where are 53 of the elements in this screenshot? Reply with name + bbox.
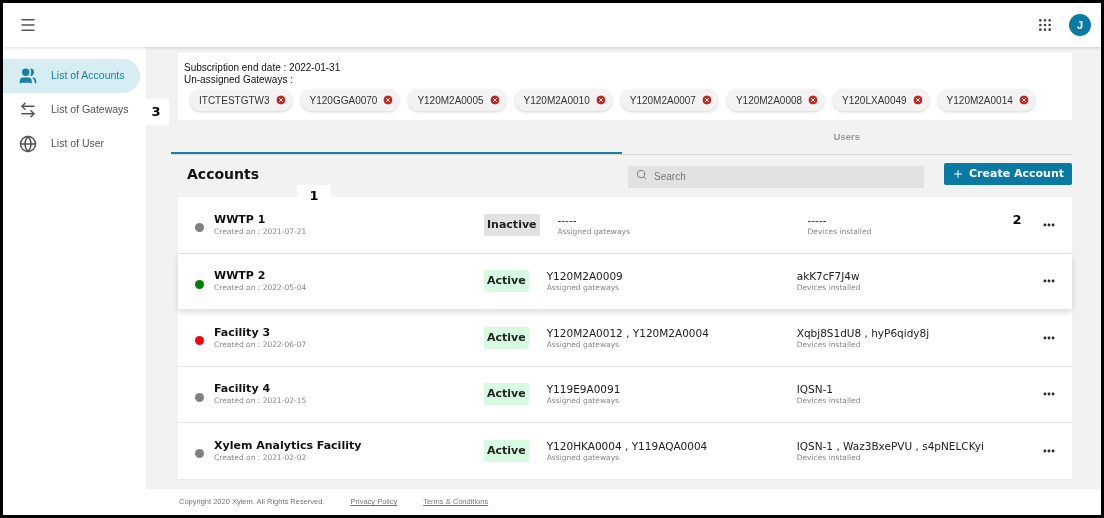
sidebar-item[interactable]: List of Accounts [3,59,140,93]
remove-icon[interactable] [807,94,820,106]
search-field[interactable]: Search [628,165,925,188]
account-name: WWTP 1 [214,212,267,227]
remove-icon[interactable] [700,94,713,106]
search-icon [636,168,648,180]
status-badge: Active [484,439,529,462]
status-badge: Active [484,383,529,406]
account-name: Facility 3 [214,325,272,340]
gateway-chip: Y120GGA0070 [300,89,400,111]
remove-icon[interactable] [488,94,501,106]
remove-icon[interactable] [594,94,607,106]
menu-icon[interactable] [19,16,37,34]
gateway-chip: Y120M2A0010 [514,89,612,111]
subscription-text: Subscription end date : 2022-01-31 [184,62,342,74]
create-account-button[interactable]: Create Account [944,163,1072,185]
gateways-value: ----- [557,212,577,227]
people-icon [19,67,37,85]
devices-value: IQSN-1 [796,382,834,397]
gateways-value: Y120HKA0004 , Y119AQA0004 [546,438,708,453]
plus-icon [952,168,965,180]
account-name: WWTP 2 [214,269,267,284]
status-badge: Active [484,326,529,349]
globe-icon [19,135,37,153]
devices-value: ----- [807,212,827,227]
status-badge: Active [484,270,529,293]
swap-arrows-icon [19,101,37,119]
unassigned-label: Un-assigned Gateways : [184,74,294,86]
callout-label: 3 [143,99,169,125]
gateways-value: Y119E9A0091 [546,382,621,397]
gateway-chip: Y120M2A0008 [726,89,825,111]
devices-value: akK7cF7J4w [796,269,860,284]
account-name: Xylem Analytics Facility [214,438,363,453]
gateway-chip: Y120M2A0005 [408,89,506,111]
user-avatar[interactable]: J [1069,14,1091,36]
accounts-title: Accounts [187,164,259,184]
devices-value: IQSN-1 , Waz3BxePVU , s4pNELCKyi [796,438,984,453]
remove-icon[interactable] [911,94,924,106]
gateway-chip: Y120LXA0049 [833,89,929,111]
remove-icon[interactable] [274,94,287,106]
sidebar-item[interactable]: List of User [3,127,140,161]
gateways-value: Y120M2A0012 , Y120M2A0004 [546,325,709,340]
gateway-chip: Y120M2A0007 [620,89,718,111]
remove-icon[interactable] [1017,94,1030,106]
gateway-chip: ITCTESTGTW3 [190,89,292,111]
devices-value: Xqbj8S1dU8 , hyP6qidy8j [796,325,930,340]
gateway-chip: Y120M2A0014 [937,89,1035,111]
status-badge: Inactive [484,213,540,236]
sidebar-item[interactable]: List of Gateways [3,93,140,127]
remove-icon[interactable] [382,94,395,106]
account-name: Facility 4 [214,382,272,397]
gateways-value: Y120M2A0009 [546,269,623,284]
apps-grid-icon[interactable] [1037,17,1053,33]
